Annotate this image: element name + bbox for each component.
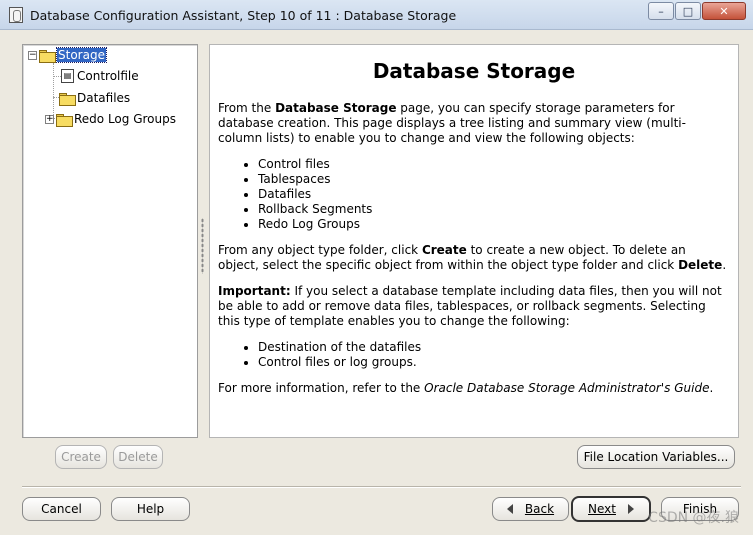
tree-node-label: Redo Log Groups bbox=[74, 112, 176, 126]
create-delete-paragraph: From any object type folder, click Creat… bbox=[218, 243, 727, 272]
list-item: Redo Log Groups bbox=[258, 217, 730, 232]
app-icon bbox=[9, 7, 23, 23]
file-location-variables-button[interactable]: File Location Variables... bbox=[577, 445, 735, 469]
footer-separator bbox=[22, 486, 741, 488]
title-bar: Database Configuration Assistant, Step 1… bbox=[0, 0, 753, 30]
arrow-left-icon bbox=[506, 504, 513, 514]
controlfile-icon: ▤ bbox=[61, 69, 74, 83]
tree-line-vertical bbox=[53, 63, 54, 119]
tree-node-label: Storage bbox=[56, 47, 107, 63]
next-button[interactable]: Next bbox=[571, 496, 651, 522]
folder-open-icon bbox=[39, 49, 56, 63]
changeable-list: Destination of the datafiles Control fil… bbox=[258, 340, 730, 370]
more-info-paragraph: For more information, refer to the Oracl… bbox=[218, 381, 714, 395]
list-item: Tablespaces bbox=[258, 172, 730, 187]
storage-tree[interactable]: − Storage ▤ Controlfile Datafiles + Redo… bbox=[22, 44, 198, 438]
list-item: Destination of the datafiles bbox=[258, 340, 730, 355]
help-content-panel: Database Storage From the Database Stora… bbox=[209, 44, 739, 438]
collapse-icon[interactable]: − bbox=[28, 50, 37, 60]
help-button[interactable]: Help bbox=[111, 497, 190, 521]
intro-paragraph: From the Database Storage page, you can … bbox=[218, 101, 686, 145]
cancel-button[interactable]: Cancel bbox=[22, 497, 101, 521]
close-button[interactable]: ✕ bbox=[702, 2, 746, 20]
folder-icon bbox=[59, 92, 76, 106]
tree-node-label: Datafiles bbox=[77, 91, 131, 105]
tree-node-label: Controlfile bbox=[77, 69, 139, 83]
folder-icon bbox=[56, 113, 73, 127]
important-paragraph: Important: If you select a database temp… bbox=[218, 284, 722, 328]
back-button[interactable]: Back bbox=[492, 497, 569, 521]
arrow-right-icon bbox=[627, 504, 634, 514]
object-list: Control files Tablespaces Datafiles Roll… bbox=[258, 157, 730, 232]
expand-icon[interactable]: + bbox=[45, 114, 54, 124]
tree-node-datafiles[interactable]: Datafiles bbox=[59, 91, 131, 106]
list-item: Control files bbox=[258, 157, 730, 172]
tree-line-h1 bbox=[53, 76, 61, 77]
minimize-button[interactable]: – bbox=[648, 2, 674, 20]
window-title: Database Configuration Assistant, Step 1… bbox=[30, 8, 457, 23]
tree-node-storage[interactable]: − Storage bbox=[28, 47, 107, 63]
watermark: CSDN @夜.狼 bbox=[648, 510, 739, 526]
create-button[interactable]: Create bbox=[55, 445, 107, 469]
panel-splitter[interactable] bbox=[201, 218, 204, 274]
maximize-button[interactable]: □ bbox=[675, 2, 701, 20]
list-item: Rollback Segments bbox=[258, 202, 730, 217]
back-label: Back bbox=[524, 502, 555, 516]
delete-button[interactable]: Delete bbox=[113, 445, 163, 469]
next-label: Next bbox=[588, 502, 616, 516]
tree-node-controlfile[interactable]: ▤ Controlfile bbox=[61, 69, 139, 83]
tree-node-redo-log-groups[interactable]: + Redo Log Groups bbox=[45, 112, 176, 127]
list-item: Datafiles bbox=[258, 187, 730, 202]
window-controls: – □ ✕ bbox=[647, 2, 746, 20]
page-title: Database Storage bbox=[372, 59, 576, 83]
list-item: Control files or log groups. bbox=[258, 355, 730, 370]
